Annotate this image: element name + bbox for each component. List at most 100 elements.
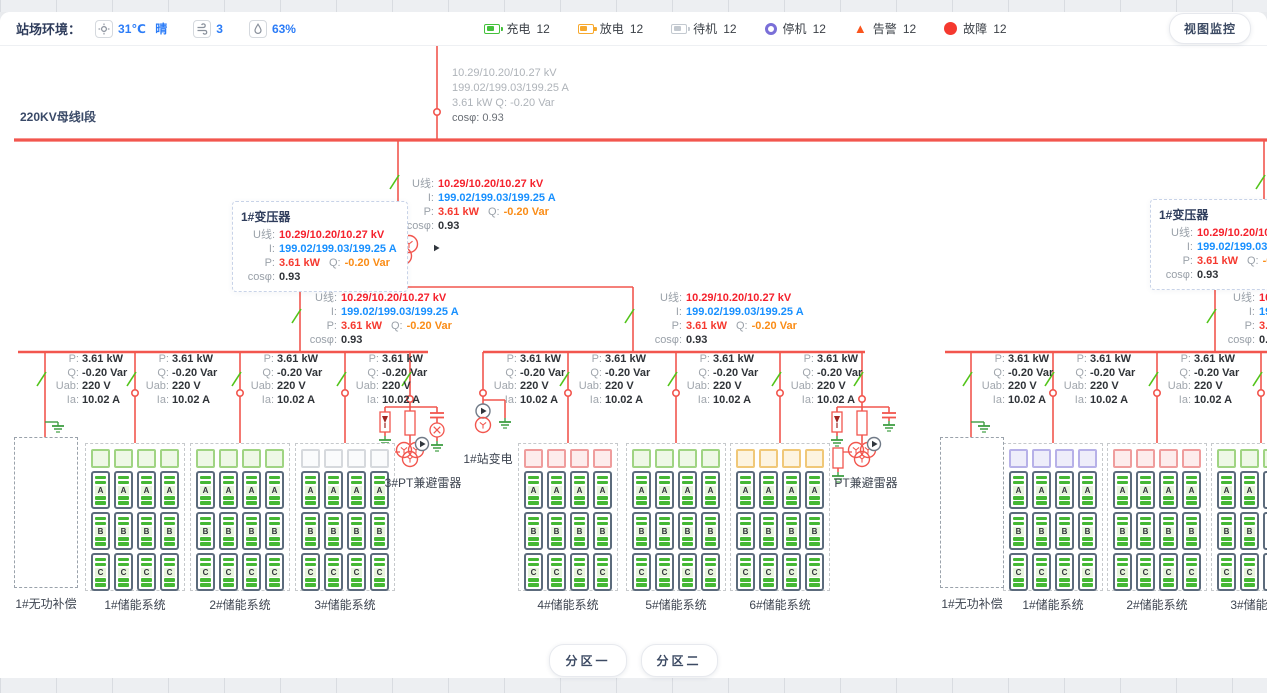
zone-one-button[interactable]: 分区一 — [549, 644, 626, 677]
measure-value: 10.29/10.20/10.27 kV — [1259, 291, 1267, 305]
feeder-label: Ia: — [1061, 394, 1087, 408]
storage-system-label: 6#储能系统 — [731, 596, 829, 613]
battery-cluster-letter: A — [705, 486, 716, 495]
converter-status-green — [219, 449, 238, 468]
storage-column: ABC — [160, 449, 179, 585]
wind-value: 3 — [216, 22, 223, 36]
node-icon — [434, 109, 440, 115]
storage-system-block[interactable]: ABCABCABCABC5#储能系统 — [626, 443, 726, 591]
measure-row: P:3.61 kWQ:-0.20 Var — [648, 319, 804, 333]
temperature-value: 31℃ — [118, 22, 146, 36]
feeder-label: Q: — [788, 367, 814, 381]
reactive-compensation-label: 1#无功补偿 — [15, 595, 77, 612]
feeder-label: P: — [684, 353, 710, 367]
legend-count: 12 — [630, 22, 643, 36]
battery-cell-B: B — [1009, 512, 1028, 550]
storage-column: ABC — [1240, 449, 1259, 585]
measure-value: 0.93 — [1259, 333, 1267, 347]
legend-label: 待机 — [693, 20, 717, 37]
node-icon — [237, 390, 243, 396]
battery-cell-B: B — [547, 512, 566, 550]
storage-columns: ABCABCABCABC — [296, 444, 394, 590]
zone-bar: 分区一 分区二 — [0, 644, 1267, 677]
feeder-row: Uab:220 V — [353, 380, 427, 394]
feeder-value: 3.61 kW — [1008, 353, 1049, 367]
measure-value: 10.29/10.20/10.27 kV — [438, 177, 543, 191]
battery-cluster-letter: A — [763, 486, 774, 495]
storage-column: ABC — [1136, 449, 1155, 585]
legend-item-standby: 待机12 — [671, 20, 736, 37]
storage-system-block[interactable]: ABCABCABCABC3#储能系统 — [295, 443, 395, 591]
feeder-label: P: — [1165, 353, 1191, 367]
battery-cell-B: B — [593, 512, 612, 550]
measure-label: Q: — [736, 319, 748, 333]
feeder-readings: P:3.61 kWQ:-0.20 VarUab:220 VIa:10.02 A — [491, 353, 565, 407]
feeder-value: 220 V — [520, 380, 549, 394]
storage-system-block[interactable]: ABCABCABCABC1#储能系统 — [85, 443, 185, 591]
storage-system-block[interactable]: ABCABCABCABC1#储能系统 — [1003, 443, 1103, 591]
battery-cell-A: A — [655, 471, 674, 509]
feeder-label: Ia: — [576, 394, 602, 408]
battery-cluster-letter: B — [305, 527, 316, 536]
legend-item-discharge: 放电12 — [578, 20, 643, 37]
feeder-row: Uab:220 V — [576, 380, 650, 394]
measure-row: I:199.02/199.03/199.25 A — [1221, 305, 1267, 319]
measure-row: cosφ:0.93 — [241, 270, 397, 284]
battery-cell-A: A — [782, 471, 801, 509]
battery-cluster-letter: C — [809, 568, 820, 577]
storage-columns: ABCABCABCABC — [627, 444, 725, 590]
charge-fill — [487, 26, 494, 31]
battery-cell-C: C — [137, 553, 156, 591]
feeder-row: Ia:10.02 A — [788, 394, 862, 408]
measure-row: cosφ:0.93 — [400, 219, 556, 233]
storage-system-block[interactable]: ABCABCABCABC4#储能系统 — [518, 443, 618, 591]
measure-row: P:3.61 kWQ:-0.20 Var — [303, 319, 459, 333]
battery-cluster-letter: A — [597, 486, 608, 495]
reactive-compensation-box[interactable]: 1#无功补偿 — [940, 437, 1004, 588]
converter-status-orange — [782, 449, 801, 468]
battery-cell-A: A — [1263, 471, 1267, 509]
storage-system-block[interactable]: ABCABCABCABC3#储能系统 — [1211, 443, 1267, 591]
converter-status-green — [91, 449, 110, 468]
battery-cell-A: A — [219, 471, 238, 509]
battery-cluster-letter: A — [809, 486, 820, 495]
storage-column: ABC — [805, 449, 824, 585]
battery-cell-A: A — [1078, 471, 1097, 509]
zone-two-button[interactable]: 分区二 — [641, 644, 718, 677]
storage-system-block[interactable]: ABCABCABCABC2#储能系统 — [1107, 443, 1207, 591]
storage-column: A B C — [593, 449, 612, 585]
measure-value: 10.29/10.20/10.27 kV — [341, 291, 446, 305]
battery-cell-A: A — [1009, 471, 1028, 509]
converter-status-green — [701, 449, 720, 468]
battery-cell-C: C — [242, 553, 261, 591]
measure-value: 0.93 — [341, 333, 362, 347]
feeder-value: 220 V — [1194, 380, 1223, 394]
stop-icon — [765, 23, 777, 35]
status-legend: 充电12放电12待机12停机12▲告警12×故障12 — [484, 20, 1006, 37]
converter-status-green — [1217, 449, 1236, 468]
feeder-row: Uab:220 V — [491, 380, 565, 394]
station-env-label: 站场环境： — [16, 19, 81, 38]
reactive-compensation-box[interactable]: 1#无功补偿 — [14, 437, 78, 588]
storage-system-label: 2#储能系统 — [1108, 596, 1206, 613]
measure-value: 3.61 kW — [1259, 319, 1267, 333]
measure-value: -0.20 Var — [752, 319, 797, 333]
storage-system-block[interactable]: ABCABCABCABC6#储能系统 — [730, 443, 830, 591]
storage-system-block[interactable]: ABCABCABCABC2#储能系统 — [190, 443, 290, 591]
converter-status-gray — [324, 449, 343, 468]
measure-row: U线:10.29/10.20/10.27 kV — [648, 291, 804, 305]
converter-status-red — [1182, 449, 1201, 468]
view-monitor-button[interactable]: 视图监控 — [1169, 13, 1251, 44]
battery-cell-C: C — [632, 553, 651, 591]
battery-cluster-letter: C — [1082, 568, 1093, 577]
measure-value: 0.93 — [1197, 268, 1218, 282]
winding-icon — [853, 447, 856, 450]
battery-cluster-letter: A — [1082, 486, 1093, 495]
feeder-value: 10.02 A — [1090, 394, 1128, 408]
measurement-block: U线:10.29/10.20/10.27 kVI:199.02/199.03/1… — [303, 291, 459, 347]
battery-cluster-letter: C — [597, 568, 608, 577]
storage-system-label: 3#储能系统 — [296, 596, 394, 613]
battery-cell-B: B — [196, 512, 215, 550]
converter-status-red — [570, 449, 589, 468]
measure-value: 3.61 kW — [279, 256, 320, 270]
